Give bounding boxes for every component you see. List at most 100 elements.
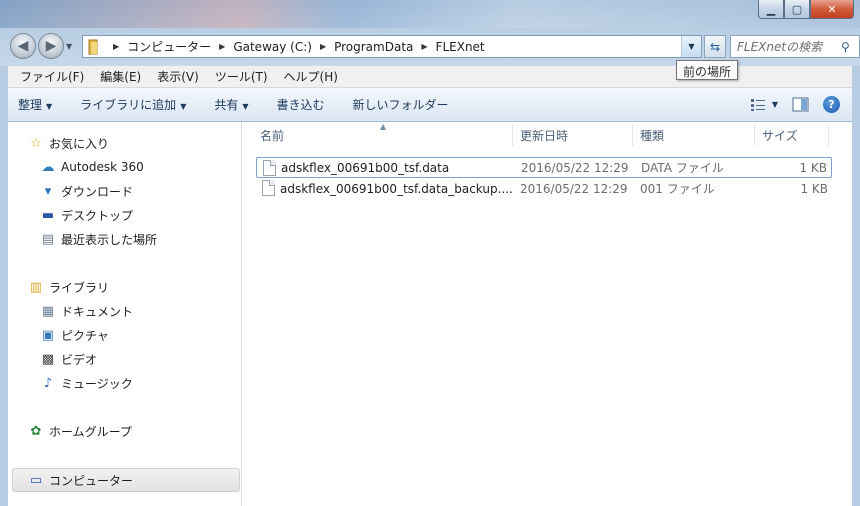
nav-autodesk-360[interactable]: ☁ Autodesk 360 xyxy=(40,157,144,177)
recent-pages-dropdown[interactable]: ▼ xyxy=(66,42,72,51)
refresh-icon: ⇆ xyxy=(709,39,721,54)
file-modified: 2016/05/22 12:29 xyxy=(521,160,629,175)
column-header-modified[interactable]: 更新日時 xyxy=(520,122,568,148)
command-bar: 整理 ▼ ライブラリに追加 ▼ 共有 ▼ 書き込む 新しいフォルダー ▼ ? xyxy=(8,88,852,122)
breadcrumb-separator[interactable]: ▶ xyxy=(219,42,225,51)
chevron-down-icon: ▼ xyxy=(242,102,249,111)
help-icon[interactable]: ? xyxy=(823,96,840,113)
nav-recent-label: 最近表示した場所 xyxy=(61,232,158,247)
view-controls: ▼ ? xyxy=(750,96,840,113)
search-placeholder: FLEXnetの検索 xyxy=(737,40,823,54)
file-name: adskflex_00691b00_tsf.data xyxy=(281,160,450,175)
menu-tools[interactable]: ツール(T) xyxy=(215,68,268,85)
nav-computer[interactable]: ▭ コンピューター xyxy=(28,470,133,490)
organize-label: 整理 xyxy=(18,98,43,112)
file-row[interactable]: adskflex_00691b00_tsf.data 2016/05/22 12… xyxy=(256,157,832,178)
desktop-background xyxy=(0,0,860,28)
file-modified: 2016/05/22 12:29 xyxy=(520,181,628,196)
column-header-type[interactable]: 種類 xyxy=(640,122,664,148)
navigation-pane: ☆ お気に入り ☁ Autodesk 360 ▾ ダウンロード ▬ デスクトップ… xyxy=(8,122,242,506)
breadcrumb-flexnet[interactable]: FLEXnet xyxy=(436,40,485,54)
library-icon: ▥ xyxy=(29,279,43,295)
window-border-left xyxy=(0,66,8,506)
window-border-right xyxy=(852,66,860,506)
organize-button[interactable]: 整理 ▼ xyxy=(18,96,52,113)
download-folder-icon: ▾ xyxy=(44,183,52,199)
file-type: DATA ファイル xyxy=(641,161,724,175)
nav-favorites-label: お気に入り xyxy=(49,136,110,151)
add-to-library-label: ライブラリに追加 xyxy=(80,98,177,112)
burn-button[interactable]: 書き込む xyxy=(277,96,325,113)
address-bar[interactable]: ▶ コンピューター ▶ Gateway (C:) ▶ ProgramData ▶… xyxy=(82,35,702,58)
music-icon: ♪ xyxy=(43,375,53,391)
chevron-down-icon: ▼ xyxy=(771,100,778,109)
menu-file[interactable]: ファイル(F) xyxy=(20,68,84,85)
pictures-icon: ▣ xyxy=(41,327,55,343)
file-name: adskflex_00691b00_tsf.data_backup.... xyxy=(280,181,513,196)
minimize-button[interactable]: ▁ xyxy=(758,0,784,19)
breadcrumb-separator[interactable]: ▶ xyxy=(421,42,427,51)
nav-libraries[interactable]: ▥ ライブラリ xyxy=(28,277,109,297)
nav-videos[interactable]: ▩ ビデオ xyxy=(40,349,97,369)
nav-music[interactable]: ♪ ミュージック xyxy=(40,373,133,393)
file-size: 1 KB xyxy=(799,160,827,175)
cloud-icon: ☁ xyxy=(41,159,55,175)
maximize-button[interactable]: ▢ xyxy=(784,0,810,19)
nav-homegroup[interactable]: ✿ ホームグループ xyxy=(28,421,132,441)
back-arrow-icon: ◀ xyxy=(17,38,29,54)
search-box[interactable]: FLEXnetの検索 ⚲ xyxy=(730,35,860,58)
breadcrumb-separator[interactable]: ▶ xyxy=(320,42,326,51)
nav-pictures-label: ピクチャ xyxy=(61,328,109,343)
nav-downloads-label: ダウンロード xyxy=(61,184,134,199)
add-to-library-button[interactable]: ライブラリに追加 ▼ xyxy=(80,96,186,113)
file-type: 001 ファイル xyxy=(640,182,715,196)
nav-favorites[interactable]: ☆ お気に入り xyxy=(28,133,109,153)
forward-button[interactable]: ▶ xyxy=(38,33,64,59)
nav-recent-places[interactable]: ▤ 最近表示した場所 xyxy=(40,229,157,249)
file-row[interactable]: adskflex_00691b00_tsf.data_backup.... 20… xyxy=(256,178,832,199)
window-controls: ▁ ▢ ✕ xyxy=(758,0,854,19)
homegroup-icon: ✿ xyxy=(30,423,42,439)
column-divider[interactable] xyxy=(512,124,513,146)
column-divider[interactable] xyxy=(828,124,829,146)
column-header-size[interactable]: サイズ xyxy=(762,122,798,148)
documents-icon: ▦ xyxy=(41,303,55,319)
breadcrumb-separator[interactable]: ▶ xyxy=(113,42,119,51)
preview-pane-icon[interactable] xyxy=(792,97,809,112)
column-divider[interactable] xyxy=(754,124,755,146)
nav-libraries-label: ライブラリ xyxy=(49,280,110,295)
nav-desktop-label: デスクトップ xyxy=(61,208,134,223)
menu-view[interactable]: 表示(V) xyxy=(157,68,199,85)
back-button[interactable]: ◀ xyxy=(10,33,36,59)
file-icon xyxy=(262,180,275,196)
file-icon xyxy=(263,160,276,176)
breadcrumb-drive[interactable]: Gateway (C:) xyxy=(233,40,312,54)
refresh-button[interactable]: ⇆ xyxy=(704,35,726,58)
breadcrumb-computer[interactable]: コンピューター xyxy=(127,38,211,55)
forward-arrow-icon: ▶ xyxy=(45,38,57,54)
star-icon: ☆ xyxy=(30,135,42,151)
nav-music-label: ミュージック xyxy=(61,376,133,391)
new-folder-button[interactable]: 新しいフォルダー xyxy=(353,96,449,113)
nav-desktop[interactable]: ▬ デスクトップ xyxy=(40,205,133,225)
breadcrumb-programdata[interactable]: ProgramData xyxy=(334,40,413,54)
share-button[interactable]: 共有 ▼ xyxy=(214,96,248,113)
navigation-row: ◀ ▶ ▼ ▶ コンピューター ▶ Gateway (C:) ▶ Program… xyxy=(10,33,860,59)
nav-videos-label: ビデオ xyxy=(61,352,98,367)
address-history-dropdown[interactable]: ▼ xyxy=(681,36,701,57)
menu-help[interactable]: ヘルプ(H) xyxy=(284,68,338,85)
file-size: 1 KB xyxy=(800,181,828,196)
column-header-name[interactable]: 名前 xyxy=(260,122,284,148)
file-list-pane: ▲ 名前 更新日時 種類 サイズ adskflex_00691b00_tsf.d… xyxy=(242,122,852,506)
column-divider[interactable] xyxy=(632,124,633,146)
change-view-button[interactable]: ▼ xyxy=(750,98,778,112)
share-label: 共有 xyxy=(214,98,239,112)
nav-autodesk-label: Autodesk 360 xyxy=(61,160,144,174)
search-icon[interactable]: ⚲ xyxy=(841,40,859,54)
close-button[interactable]: ✕ xyxy=(810,0,854,19)
desktop-icon: ▬ xyxy=(41,207,55,223)
nav-pictures[interactable]: ▣ ピクチャ xyxy=(40,325,109,345)
nav-downloads[interactable]: ▾ ダウンロード xyxy=(40,181,133,201)
nav-documents[interactable]: ▦ ドキュメント xyxy=(40,301,133,321)
menu-edit[interactable]: 編集(E) xyxy=(100,68,141,85)
